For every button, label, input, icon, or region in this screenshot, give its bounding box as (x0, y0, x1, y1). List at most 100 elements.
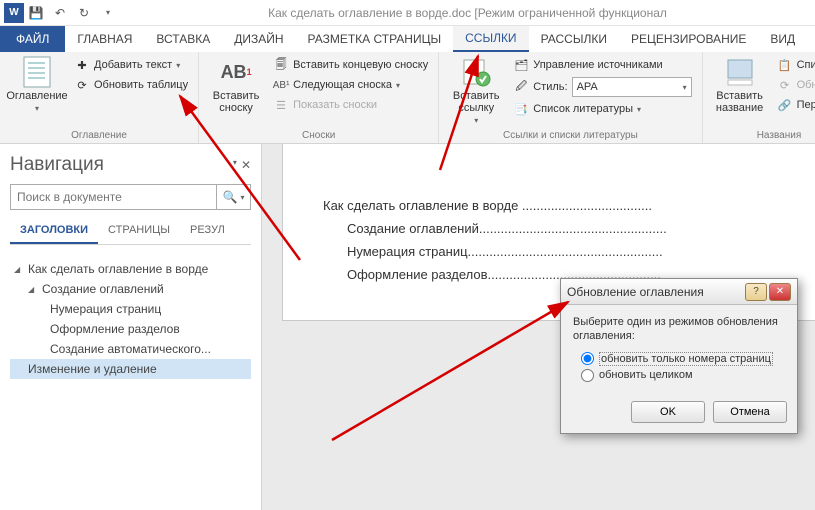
manage-sources-button[interactable]: 🗂 Управление источниками (511, 56, 693, 74)
chevron-down-icon: ▾ (474, 116, 478, 125)
insert-footnote-button[interactable]: AB1 Вставить сноску (207, 56, 265, 114)
add-text-button[interactable]: ✚ Добавить текст ▾ (72, 56, 190, 74)
group-footnotes: AB1 Вставить сноску 🗐 Вставить концевую … (199, 52, 439, 143)
chevron-down-icon: ▾ (240, 193, 244, 202)
search-input[interactable] (11, 185, 216, 209)
next-footnote-label: Следующая сноска (293, 79, 392, 91)
radio-input[interactable] (581, 352, 594, 365)
tab-mailings[interactable]: РАССЫЛКИ (529, 26, 619, 52)
tree-node[interactable]: Создание автоматического... (10, 339, 251, 359)
manage-sources-label: Управление источниками (533, 59, 662, 71)
tab-references[interactable]: ССЫЛКИ (453, 26, 528, 52)
list-icon: 📋 (777, 57, 793, 73)
undo-icon[interactable]: ↶ (48, 3, 72, 23)
tab-file[interactable]: ФАЙЛ (0, 26, 65, 52)
insert-citation-label: Вставить ссылку (453, 90, 500, 114)
insert-citation-button[interactable]: Вставить ссылку ▾ (447, 56, 505, 125)
ribbon: Оглавление ▾ ✚ Добавить текст ▾ ⟳ Обнови… (0, 52, 815, 144)
next-footnote-button[interactable]: AB¹ Следующая сноска ▾ (271, 76, 430, 94)
tree-node-selected[interactable]: Изменение и удаление (10, 359, 251, 379)
update-tof-label: Обновит (797, 79, 815, 91)
search-icon: 🔍 (223, 190, 238, 204)
bibliography-button[interactable]: 📑 Список литературы ▾ (511, 100, 693, 118)
tab-layout[interactable]: РАЗМЕТКА СТРАНИЦЫ (296, 26, 454, 52)
tree-node[interactable]: Нумерация страниц (10, 299, 251, 319)
style-label: Стиль: (533, 81, 567, 93)
dialog-title: Обновление оглавления (567, 285, 743, 299)
ribbon-tabs: ФАЙЛ ГЛАВНАЯ ВСТАВКА ДИЗАЙН РАЗМЕТКА СТР… (0, 26, 815, 52)
chevron-down-icon: ▾ (683, 83, 687, 92)
next-footnote-icon: AB¹ (273, 77, 289, 93)
word-app-icon: W (4, 3, 24, 23)
nav-tree: ◢Как сделать оглавление в ворде ◢Создани… (10, 253, 251, 379)
nav-tab-results[interactable]: РЕЗУЛ (180, 218, 235, 244)
radio-update-entire[interactable]: обновить целиком (581, 369, 785, 382)
endnote-label: Вставить концевую сноску (293, 59, 428, 71)
insert-endnote-button[interactable]: 🗐 Вставить концевую сноску (271, 56, 430, 74)
radio-input[interactable] (581, 369, 594, 382)
radio-update-page-numbers[interactable]: обновить только номера страниц (581, 352, 785, 366)
nav-pane-title: Навигация (10, 154, 104, 176)
tab-home[interactable]: ГЛАВНАЯ (65, 26, 144, 52)
toc-line: Создание оглавлений.....................… (323, 221, 815, 236)
qat-customize-icon[interactable]: ▾ (96, 3, 120, 23)
manage-sources-icon: 🗂 (513, 57, 529, 73)
tab-review[interactable]: РЕЦЕНЗИРОВАНИЕ (619, 26, 758, 52)
chevron-down-icon: ▾ (396, 81, 400, 90)
show-notes-button[interactable]: ☰ Показать сноски (271, 96, 430, 114)
citation-style-row: 🖉 Стиль: APA ▾ (511, 76, 693, 98)
toc-icon (21, 56, 53, 88)
ok-button[interactable]: OK (631, 401, 705, 423)
cancel-button[interactable]: Отмена (713, 401, 787, 423)
tab-design[interactable]: ДИЗАЙН (222, 26, 295, 52)
bibliography-icon: 📑 (513, 101, 529, 117)
insert-footnote-label: Вставить сноску (213, 90, 260, 114)
nav-tabs: ЗАГОЛОВКИ СТРАНИЦЫ РЕЗУЛ (10, 218, 251, 245)
footnote-icon: AB1 (220, 56, 252, 88)
group-footnotes-label: Сноски (207, 128, 430, 141)
cross-reference-button[interactable]: 🔗 Перекрес (775, 96, 815, 114)
add-text-label: Добавить текст (94, 59, 172, 71)
tree-node[interactable]: ◢Создание оглавлений (10, 279, 251, 299)
triangle-down-icon: ◢ (28, 285, 38, 294)
update-table-button[interactable]: ⟳ Обновить таблицу (72, 76, 190, 94)
redo-icon[interactable]: ↻ (72, 3, 96, 23)
search-button[interactable]: 🔍 ▾ (216, 185, 250, 209)
radio-label: обновить только номера страниц (599, 352, 773, 366)
insert-caption-label: Вставить название (716, 90, 763, 114)
toc-button[interactable]: Оглавление ▾ (8, 56, 66, 113)
cross-ref-label: Перекрес (797, 99, 815, 111)
group-toc-label: Оглавление (8, 128, 190, 141)
dialog-help-button[interactable]: ? (745, 283, 767, 301)
insert-caption-button[interactable]: Вставить название (711, 56, 769, 114)
tab-view[interactable]: ВИД (758, 26, 807, 52)
nav-tab-headings[interactable]: ЗАГОЛОВКИ (10, 218, 98, 244)
update-toc-dialog: Обновление оглавления ? ✕ Выберите один … (560, 278, 798, 434)
chevron-down-icon: ▾ (35, 104, 39, 113)
update-icon: ⟳ (777, 77, 793, 93)
update-icon: ⟳ (74, 77, 90, 93)
nav-options-icon[interactable]: ▾ (233, 158, 237, 172)
dialog-titlebar[interactable]: Обновление оглавления ? ✕ (561, 279, 797, 305)
show-notes-label: Показать сноски (293, 99, 377, 111)
chevron-down-icon: ▾ (637, 105, 641, 114)
save-icon[interactable]: 💾 (24, 3, 48, 23)
tree-node[interactable]: Оформление разделов (10, 319, 251, 339)
toc-line: Нумерация страниц.......................… (323, 244, 815, 259)
tree-node-root[interactable]: ◢Как сделать оглавление в ворде (10, 259, 251, 279)
nav-close-icon[interactable]: ✕ (241, 158, 251, 172)
title-bar: W 💾 ↶ ↻ ▾ Как сделать оглавление в ворде… (0, 0, 815, 26)
toc-label: Оглавление (6, 90, 67, 102)
table-of-figures-button[interactable]: 📋 Список и (775, 56, 815, 74)
tab-insert[interactable]: ВСТАВКА (144, 26, 222, 52)
group-captions: Вставить название 📋 Список и ⟳ Обновит 🔗… (703, 52, 815, 143)
chevron-down-icon: ▾ (176, 61, 180, 70)
update-tof-button[interactable]: ⟳ Обновит (775, 76, 815, 94)
nav-tab-pages[interactable]: СТРАНИЦЫ (98, 218, 180, 244)
bibliography-label: Список литературы (533, 103, 633, 115)
dialog-close-button[interactable]: ✕ (769, 283, 791, 301)
citation-style-select[interactable]: APA ▾ (572, 77, 692, 97)
tof-label: Список и (797, 59, 815, 71)
caption-icon (724, 56, 756, 88)
navigation-pane: Навигация ▾ ✕ 🔍 ▾ ЗАГОЛОВКИ СТРАНИЦЫ РЕЗ… (0, 144, 262, 510)
